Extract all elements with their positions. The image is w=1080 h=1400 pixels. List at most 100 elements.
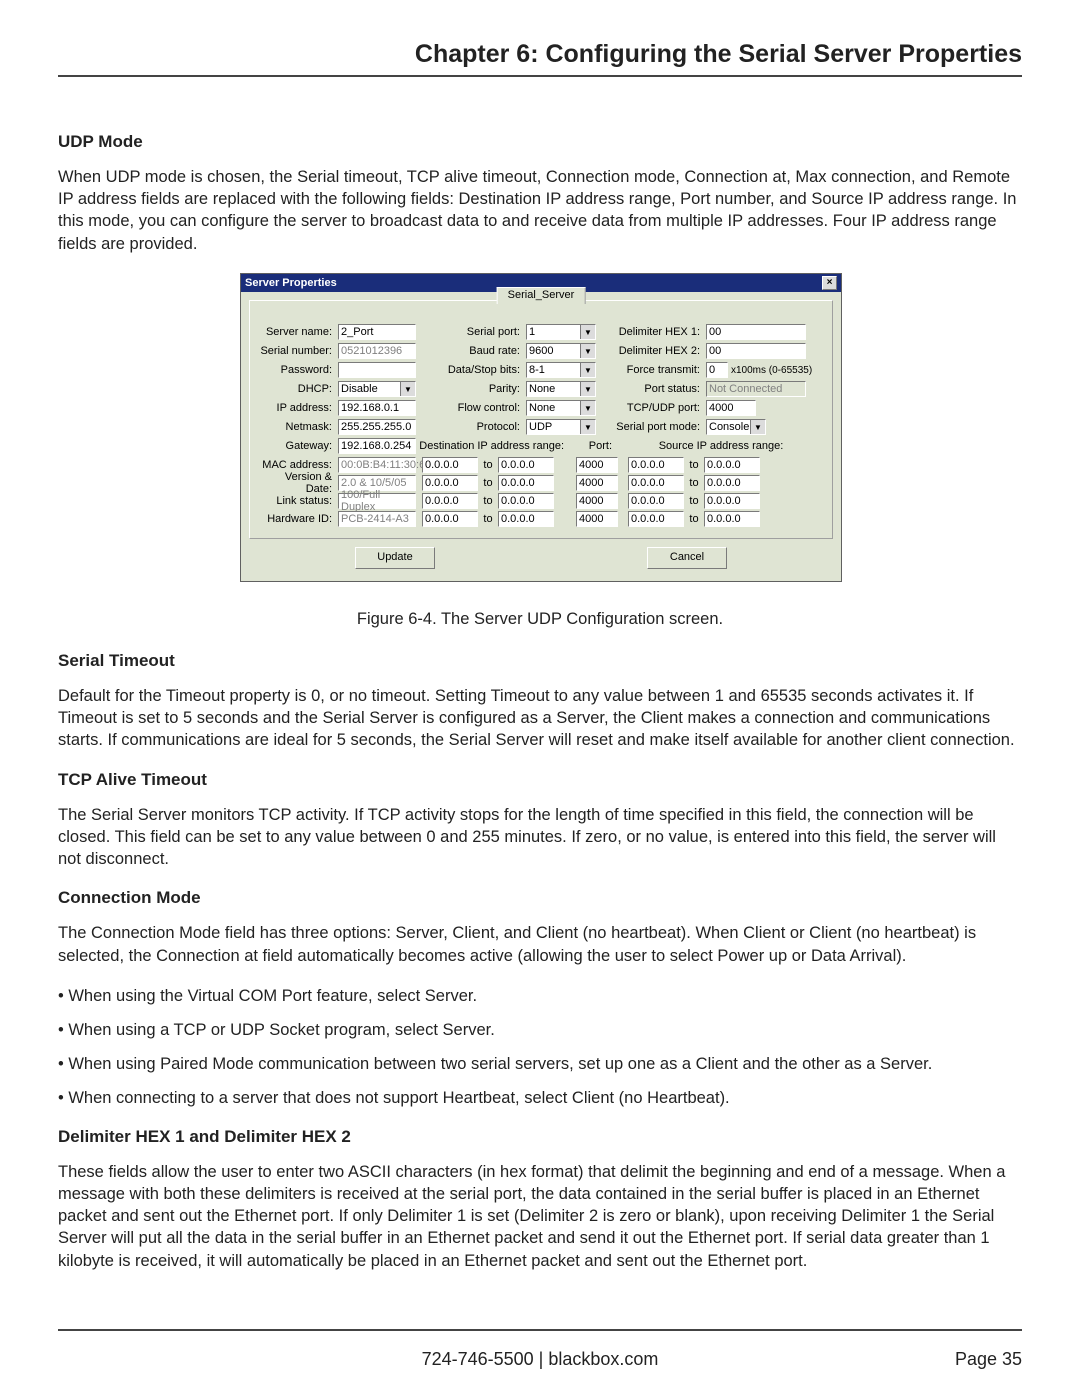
label-left: Link status: <box>258 495 338 507</box>
para-serial-timeout: Default for the Timeout property is 0, o… <box>58 685 1022 752</box>
dropdown-dsb[interactable]: 8-1 <box>526 362 596 378</box>
label-netmask: Netmask: <box>258 421 338 433</box>
label-left: Hardware ID: <box>258 513 338 525</box>
field-src-to[interactable]: 0.0.0.0 <box>704 457 760 473</box>
label-spm: Serial port mode: <box>596 421 706 433</box>
server-properties-dialog: Server Properties × Serial_Server Server… <box>240 273 842 582</box>
field-force[interactable]: 0 <box>706 362 728 378</box>
dropdown-serial-port[interactable]: 1 <box>526 324 596 340</box>
bullet-item: • When using a TCP or UDP Socket program… <box>58 1019 1022 1043</box>
heading-delim: Delimiter HEX 1 and Delimiter HEX 2 <box>58 1127 1022 1147</box>
label-serial-port: Serial port: <box>416 326 526 338</box>
dropdown-protocol[interactable]: UDP <box>526 419 596 435</box>
chevron-down-icon[interactable] <box>580 344 595 358</box>
field-serial-number: 0521012396 <box>338 343 416 359</box>
field-src-from[interactable]: 0.0.0.0 <box>628 511 684 527</box>
field-hex2[interactable]: 00 <box>706 343 806 359</box>
label-dhcp: DHCP: <box>258 383 338 395</box>
tab-serial-server[interactable]: Serial_Server <box>497 287 586 304</box>
range-row: MAC address:00:0B:B4:11:30:6C0.0.0.0to0.… <box>258 456 824 474</box>
label-gateway: Gateway: <box>258 440 338 452</box>
bullet-item: • When using Paired Mode communication b… <box>58 1053 1022 1077</box>
chevron-down-icon[interactable] <box>580 401 595 415</box>
field-port[interactable]: 4000 <box>576 475 618 491</box>
label-hex2: Delimiter HEX 2: <box>596 345 706 357</box>
label-port-col: Port: <box>570 440 618 452</box>
field-dst-to[interactable]: 0.0.0.0 <box>498 475 554 491</box>
field-src-from[interactable]: 0.0.0.0 <box>628 493 684 509</box>
label-left: Version & Date: <box>258 471 338 495</box>
field-dst-from[interactable]: 0.0.0.0 <box>422 511 478 527</box>
field-dst-to[interactable]: 0.0.0.0 <box>498 511 554 527</box>
dialog-title: Server Properties <box>245 274 337 292</box>
footer-page-number: Page 35 <box>955 1349 1022 1370</box>
field-hex1[interactable]: 00 <box>706 324 806 340</box>
field-netmask[interactable]: 255.255.255.0 <box>338 419 416 435</box>
dropdown-spm[interactable]: Console <box>706 419 766 435</box>
chevron-down-icon[interactable] <box>750 420 765 434</box>
field-dst-to[interactable]: 0.0.0.0 <box>498 457 554 473</box>
label-to: to <box>478 459 498 471</box>
range-row: Hardware ID:PCB-2414-A30.0.0.0to0.0.0.04… <box>258 510 824 528</box>
label-to: to <box>478 495 498 507</box>
para-tcp-alive: The Serial Server monitors TCP activity.… <box>58 804 1022 871</box>
update-button[interactable]: Update <box>355 547 435 569</box>
dropdown-dhcp[interactable]: Disable <box>338 381 416 397</box>
field-src-to[interactable]: 0.0.0.0 <box>704 493 760 509</box>
label-force: Force transmit: <box>596 364 706 376</box>
label-force-hint: x100ms (0-65535) <box>728 365 812 376</box>
label-flow: Flow control: <box>416 402 526 414</box>
heading-serial-timeout: Serial Timeout <box>58 651 1022 671</box>
field-ip[interactable]: 192.168.0.1 <box>338 400 416 416</box>
dropdown-flow[interactable]: None <box>526 400 596 416</box>
heading-udp-mode: UDP Mode <box>58 132 1022 152</box>
bullet-item: • When connecting to a server that does … <box>58 1087 1022 1111</box>
field-src-to[interactable]: 0.0.0.0 <box>704 475 760 491</box>
field-dst-from[interactable]: 0.0.0.0 <box>422 457 478 473</box>
field-dst-from[interactable]: 0.0.0.0 <box>422 475 478 491</box>
para-udp-mode: When UDP mode is chosen, the Serial time… <box>58 166 1022 255</box>
label-password: Password: <box>258 364 338 376</box>
chapter-title: Chapter 6: Configuring the Serial Server… <box>58 40 1022 77</box>
label-parity: Parity: <box>416 383 526 395</box>
field-dst-from[interactable]: 0.0.0.0 <box>422 493 478 509</box>
chevron-down-icon[interactable] <box>580 420 595 434</box>
chevron-down-icon[interactable] <box>580 382 595 396</box>
label-to: to <box>478 477 498 489</box>
field-port-status: Not Connected <box>706 381 806 397</box>
field-dst-to[interactable]: 0.0.0.0 <box>498 493 554 509</box>
field-server-name[interactable]: 2_Port <box>338 324 416 340</box>
chevron-down-icon[interactable] <box>580 325 595 339</box>
chevron-down-icon[interactable] <box>580 363 595 377</box>
footer-center: 724-746-5500 | blackbox.com <box>58 1349 1022 1370</box>
label-to: to <box>684 459 704 471</box>
cancel-button[interactable]: Cancel <box>647 547 727 569</box>
label-serial-number: Serial number: <box>258 345 338 357</box>
heading-tcp-alive: TCP Alive Timeout <box>58 770 1022 790</box>
chevron-down-icon[interactable] <box>400 382 415 396</box>
label-ip: IP address: <box>258 402 338 414</box>
label-server-name: Server name: <box>258 326 338 338</box>
bullet-item: • When using the Virtual COM Port featur… <box>58 985 1022 1009</box>
dropdown-parity[interactable]: None <box>526 381 596 397</box>
dropdown-baud[interactable]: 9600 <box>526 343 596 359</box>
label-dsb: Data/Stop bits: <box>416 364 526 376</box>
field-port[interactable]: 4000 <box>576 457 618 473</box>
label-protocol: Protocol: <box>416 421 526 433</box>
label-src-range: Source IP address range: <box>618 440 824 452</box>
label-port-status: Port status: <box>596 383 706 395</box>
field-gateway[interactable]: 192.168.0.254 <box>338 438 416 454</box>
figure-caption: Figure 6-4. The Server UDP Configuration… <box>58 610 1022 629</box>
close-icon[interactable]: × <box>822 276 837 290</box>
field-left: 00:0B:B4:11:30:6C <box>338 457 416 473</box>
label-dst-range: Destination IP address range: <box>416 440 570 452</box>
field-src-to[interactable]: 0.0.0.0 <box>704 511 760 527</box>
field-src-from[interactable]: 0.0.0.0 <box>628 475 684 491</box>
field-port[interactable]: 4000 <box>576 493 618 509</box>
label-to: to <box>684 477 704 489</box>
label-to: to <box>478 513 498 525</box>
field-src-from[interactable]: 0.0.0.0 <box>628 457 684 473</box>
field-port[interactable]: 4000 <box>576 511 618 527</box>
field-tcp-udp[interactable]: 4000 <box>706 400 756 416</box>
field-password[interactable] <box>338 362 416 378</box>
